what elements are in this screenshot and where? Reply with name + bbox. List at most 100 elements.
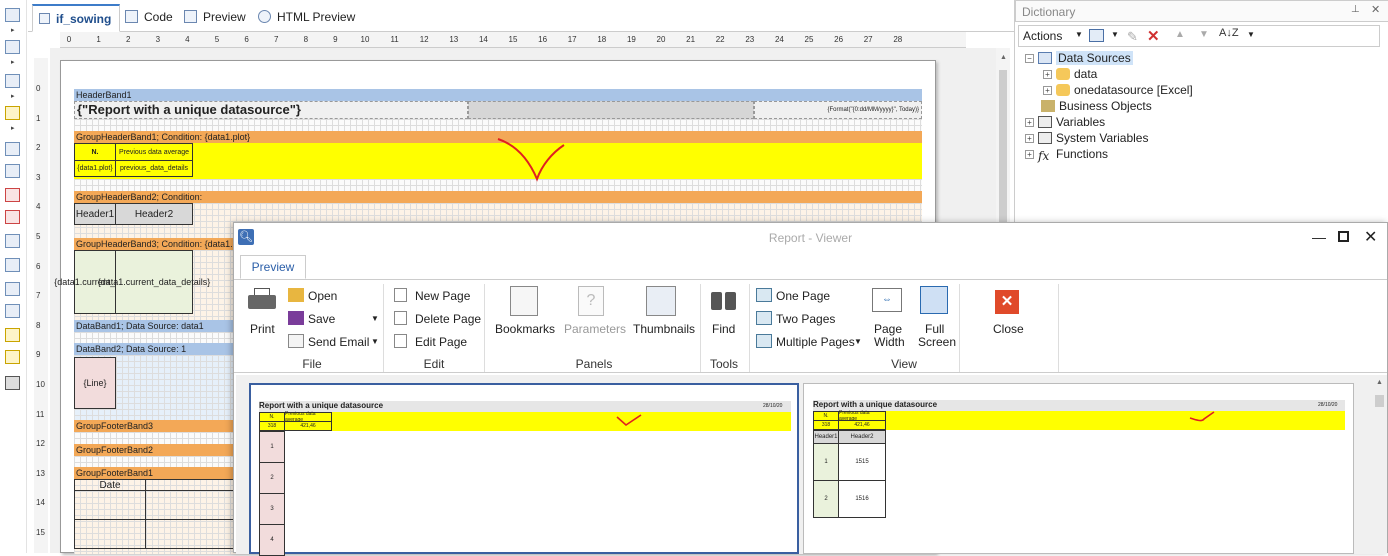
- page-width-label-1[interactable]: Page: [874, 322, 902, 336]
- cross-band-tool-icon[interactable]: [5, 40, 20, 54]
- new-item-icon[interactable]: [1089, 29, 1104, 42]
- chevron-down-icon[interactable]: ▼: [371, 314, 379, 323]
- text-tool-icon[interactable]: [5, 142, 20, 156]
- thumbnails-button[interactable]: Thumbnails: [633, 322, 695, 336]
- two-pages-button[interactable]: Two Pages: [776, 312, 835, 326]
- header1-cell[interactable]: Header1: [74, 203, 116, 225]
- bookmarks-button[interactable]: Bookmarks: [495, 322, 555, 336]
- tab-html-preview[interactable]: HTML Preview: [258, 6, 355, 28]
- close-window-icon[interactable]: ✕: [1364, 227, 1377, 247]
- tab-preview[interactable]: Preview: [184, 6, 246, 28]
- one-page-button[interactable]: One Page: [776, 289, 830, 303]
- preview-page-1[interactable]: Report with a unique datasource 28/10/20…: [249, 383, 799, 556]
- print-button[interactable]: [248, 288, 276, 314]
- new-page-button[interactable]: New Page: [415, 289, 470, 303]
- ruler-tick: 3: [36, 172, 41, 182]
- expand-icon[interactable]: +: [1043, 70, 1052, 79]
- report-title-text[interactable]: {"Report with a unique datasource"}: [74, 101, 468, 119]
- expand-icon[interactable]: +: [1025, 134, 1034, 143]
- textbox-tool-icon[interactable]: [5, 188, 20, 202]
- tools-icon[interactable]: [5, 376, 20, 390]
- chevron-down-icon[interactable]: ▼: [854, 337, 862, 346]
- table-component-icon[interactable]: [5, 304, 20, 318]
- expand-arrow-icon[interactable]: ▸: [11, 92, 15, 100]
- move-down-icon[interactable]: ▼: [1199, 29, 1209, 40]
- delete-icon[interactable]: ✕: [1147, 27, 1160, 45]
- open-button[interactable]: Open: [308, 289, 337, 303]
- richtext-tool-icon[interactable]: [5, 164, 20, 178]
- current-details-cell[interactable]: {data1.current_data_details}: [98, 250, 210, 314]
- date-text[interactable]: {Format("{0:dd/MM/yyyy}", Today)}: [754, 101, 922, 119]
- send-email-button[interactable]: Send Email: [308, 335, 369, 349]
- n-cell[interactable]: N.: [74, 143, 116, 161]
- panel-tool-icon[interactable]: [5, 234, 20, 248]
- group-header-band-2[interactable]: GroupHeaderBand2; Condition:: [74, 191, 922, 203]
- pin-icon[interactable]: ⊥: [1351, 4, 1360, 15]
- sort-icon[interactable]: A↓Z: [1219, 27, 1239, 39]
- actions-menu[interactable]: Actions: [1023, 29, 1062, 43]
- footer-cell[interactable]: [74, 490, 146, 520]
- edit-page-button[interactable]: Edit Page: [415, 335, 467, 349]
- multiple-pages-button[interactable]: Multiple Pages: [776, 335, 855, 349]
- expand-arrow-icon[interactable]: ▸: [11, 124, 15, 132]
- preview-page-2[interactable]: Report with a unique datasource 28/10/20…: [803, 383, 1354, 554]
- container-tool-icon[interactable]: [5, 258, 20, 272]
- tree-functions[interactable]: + fx Functions: [1025, 146, 1108, 162]
- table-tool-icon[interactable]: [5, 74, 20, 88]
- full-screen-label-1[interactable]: Full: [925, 322, 944, 336]
- chart-tool-icon[interactable]: [5, 106, 20, 120]
- scroll-thumb[interactable]: [1375, 395, 1384, 407]
- prev-avg-cell[interactable]: Previous data average: [115, 143, 193, 161]
- scroll-up-icon[interactable]: ▲: [1000, 54, 1007, 61]
- find-button[interactable]: Find: [712, 322, 735, 336]
- subreport-tool-icon[interactable]: [5, 282, 20, 296]
- maximize-icon[interactable]: [1338, 231, 1349, 242]
- tab-if-sowing[interactable]: if_sowing: [32, 4, 120, 32]
- dictionary-title: Dictionary: [1015, 0, 1388, 22]
- chevron-down-icon[interactable]: ▼: [371, 337, 379, 346]
- tab-code[interactable]: Code: [125, 6, 173, 28]
- tree-system-variables[interactable]: + System Variables: [1025, 130, 1148, 146]
- line-cell[interactable]: {Line}: [74, 357, 116, 409]
- print-label[interactable]: Print: [250, 322, 275, 336]
- save-button[interactable]: Save: [308, 312, 335, 326]
- delete-page-button[interactable]: Delete Page: [415, 312, 481, 326]
- collapse-icon[interactable]: −: [1025, 54, 1034, 63]
- close-icon[interactable]: ✕: [1371, 3, 1380, 16]
- tree-data-sources[interactable]: − Data Sources: [1025, 50, 1133, 66]
- minimize-icon[interactable]: ―: [1312, 229, 1326, 245]
- prev-details-cell[interactable]: previous_data_details: [115, 160, 193, 177]
- tree-onedatasource[interactable]: + onedatasource [Excel]: [1043, 82, 1193, 98]
- expand-icon[interactable]: +: [1043, 86, 1052, 95]
- textbox-alt-tool-icon[interactable]: [5, 210, 20, 224]
- chevron-down-icon[interactable]: ▼: [1247, 30, 1255, 39]
- tab-preview[interactable]: Preview: [240, 255, 306, 279]
- expand-arrow-icon[interactable]: ▸: [11, 58, 15, 66]
- scroll-up-icon[interactable]: ▲: [1376, 379, 1383, 386]
- expand-arrow-icon[interactable]: ▸: [11, 26, 15, 34]
- page-width-label-2[interactable]: Width: [874, 335, 905, 349]
- ruler-tick: 12: [419, 35, 429, 44]
- header2-cell: Header2: [838, 430, 886, 444]
- close-button[interactable]: Close: [993, 322, 1024, 336]
- header-band[interactable]: HeaderBand1: [74, 89, 922, 101]
- footer-cell[interactable]: [74, 519, 146, 549]
- parameters-button[interactable]: Parameters: [564, 322, 626, 336]
- bar-chart-tool-icon[interactable]: [5, 350, 20, 364]
- plot-cell[interactable]: {data1.plot}: [74, 160, 116, 177]
- chevron-down-icon[interactable]: ▼: [1111, 30, 1119, 39]
- header2-cell[interactable]: Header2: [115, 203, 193, 225]
- chevron-down-icon[interactable]: ▼: [1075, 30, 1083, 39]
- preview-scrollbar[interactable]: ▲: [1372, 375, 1387, 554]
- expand-icon[interactable]: +: [1025, 118, 1034, 127]
- tree-business-objects[interactable]: Business Objects: [1037, 98, 1152, 114]
- tree-variables[interactable]: + Variables: [1025, 114, 1105, 130]
- edit-icon[interactable]: ✎: [1127, 29, 1138, 45]
- tree-data[interactable]: + data: [1043, 66, 1097, 82]
- ruler-tick: 25: [804, 35, 814, 44]
- move-up-icon[interactable]: ▲: [1175, 29, 1185, 40]
- full-screen-label-2[interactable]: Screen: [918, 335, 956, 349]
- expand-icon[interactable]: +: [1025, 150, 1034, 159]
- band-tool-icon[interactable]: [5, 8, 20, 22]
- image-tool-icon[interactable]: [5, 328, 20, 342]
